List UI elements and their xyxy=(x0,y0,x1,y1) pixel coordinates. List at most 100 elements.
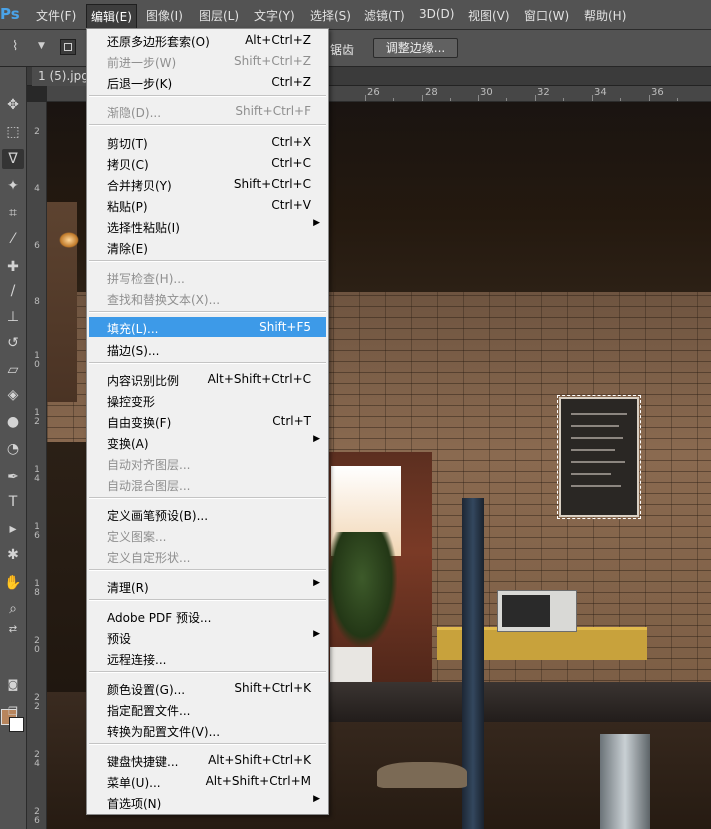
menu-item-undo[interactable]: 还原多边形套索(O) Alt+Ctrl+Z xyxy=(89,30,326,50)
refine-edge-button[interactable]: 调整边缘... xyxy=(373,38,458,58)
ruler-number: 12 xyxy=(34,408,40,427)
clone-stamp-tool-icon[interactable]: ⊥ xyxy=(2,307,24,327)
menu-item-assign-profile[interactable]: 指定配置文件... xyxy=(89,699,326,719)
menu-item-copy-merged[interactable]: 合并拷贝(Y) Shift+Ctrl+C xyxy=(89,174,326,194)
menu-bar: Ps 文件(F) 编辑(E) 图像(I) 图层(L) 文字(Y) 选择(S) 滤… xyxy=(0,0,711,30)
dodge-tool-icon[interactable]: ◔ xyxy=(2,439,24,459)
toolbox: ✥ ⬚ ᐁ ✦ ⌗ ⁄ ✚ / ⊥ ↺ ▱ ◈ ● ◔ ✒ T ▸ ✱ ✋ ⌕ … xyxy=(0,67,27,829)
menu-type[interactable]: 文字(Y) xyxy=(254,7,295,24)
menu-item-fade: 渐隐(D)... Shift+Ctrl+F xyxy=(107,104,311,120)
menu-window[interactable]: 窗口(W) xyxy=(524,7,569,24)
menu-separator xyxy=(89,124,326,126)
zoom-tool-icon[interactable]: ⌕ xyxy=(2,599,24,619)
submenu-arrow-icon: ▶ xyxy=(313,629,320,639)
menu-item-puppet-warp[interactable]: 操控变形 xyxy=(89,390,326,410)
menu-separator xyxy=(89,671,326,673)
menu-item-purge[interactable]: 清理(R) ▶ xyxy=(89,576,326,596)
ruler-number: 2 xyxy=(34,127,40,137)
menu-item-define-brush-preset[interactable]: 定义画笔预设(B)... xyxy=(89,504,326,524)
menu-item-color-settings[interactable]: 颜色设置(G)... Shift+Ctrl+K xyxy=(89,678,326,698)
menu-item-presets[interactable]: 预设 ▶ xyxy=(89,627,326,647)
ruler-number: 34 xyxy=(594,87,607,98)
move-tool-icon[interactable]: ✥ xyxy=(2,95,24,115)
ruler-number: 6 xyxy=(34,241,40,251)
menu-item-copy[interactable]: 拷贝(C) Ctrl+C xyxy=(89,153,326,173)
menu-view[interactable]: 视图(V) xyxy=(468,7,510,24)
menu-item-preferences[interactable]: 首选项(N) ▶ xyxy=(89,792,326,812)
menu-item-step-backward[interactable]: 后退一步(K) Ctrl+Z xyxy=(89,72,326,92)
menu-separator xyxy=(89,362,326,364)
ruler-number: 14 xyxy=(34,465,40,484)
menu-item-step-forward: 前进一步(W) Shift+Ctrl+Z xyxy=(107,54,311,70)
hand-tool-icon[interactable]: ✋ xyxy=(2,573,24,593)
chevron-down-icon[interactable]: ▼ xyxy=(38,41,45,51)
ruler-number: 10 xyxy=(34,351,40,370)
menu-item-transform[interactable]: 变换(A) ▶ xyxy=(89,432,326,452)
blur-tool-icon[interactable]: ● xyxy=(2,412,24,432)
menu-item-cut[interactable]: 剪切(T) Ctrl+X xyxy=(89,132,326,152)
photo-chair xyxy=(377,762,467,788)
menu-layer[interactable]: 图层(L) xyxy=(199,7,239,24)
quick-mask-icon[interactable]: ◙ xyxy=(2,675,24,695)
menu-help[interactable]: 帮助(H) xyxy=(584,7,626,24)
submenu-arrow-icon: ▶ xyxy=(313,794,320,804)
menu-item-adobe-pdf-presets[interactable]: Adobe PDF 预设... xyxy=(89,606,326,626)
menu-item-paste-special[interactable]: 选择性粘贴(I) ▶ xyxy=(89,216,326,236)
photo-microwave xyxy=(497,590,577,632)
menu-separator xyxy=(89,311,326,313)
menu-file[interactable]: 文件(F) xyxy=(36,7,76,24)
menu-item-auto-blend-layers: 自动混合图层... xyxy=(107,479,191,493)
path-selection-tool-icon[interactable]: ▸ xyxy=(2,519,24,539)
menu-item-menus[interactable]: 菜单(U)... Alt+Shift+Ctrl+M xyxy=(89,771,326,791)
swap-colors-icon[interactable]: ⇄ xyxy=(2,620,24,640)
paint-bucket-tool-icon[interactable]: ◈ xyxy=(2,385,24,405)
menu-item-remote-connections[interactable]: 远程连接... xyxy=(89,648,326,668)
menu-edit[interactable]: 编辑(E) xyxy=(86,4,137,29)
magic-wand-tool-icon[interactable]: ✦ xyxy=(2,176,24,196)
menu-item-fill[interactable]: 填充(L)... Shift+F5 xyxy=(89,317,326,337)
menu-item-content-aware-scale[interactable]: 内容识别比例 Alt+Shift+Ctrl+C xyxy=(89,369,326,389)
menu-item-define-custom-shape: 定义自定形状... xyxy=(107,551,191,565)
screen-mode-icon[interactable]: ❐ xyxy=(2,702,24,722)
photoshop-logo: Ps xyxy=(0,5,20,23)
menu-separator xyxy=(89,497,326,499)
menu-separator xyxy=(89,743,326,745)
ruler-number: 26 xyxy=(367,87,380,98)
history-brush-tool-icon[interactable]: ↺ xyxy=(2,333,24,353)
custom-shape-tool-icon[interactable]: ✱ xyxy=(2,545,24,565)
menu-filter[interactable]: 滤镜(T) xyxy=(364,7,405,24)
new-selection-mode-icon[interactable] xyxy=(60,39,76,55)
polygonal-lasso-tool-icon[interactable]: ᐁ xyxy=(2,149,24,169)
spot-healing-tool-icon[interactable]: ✚ xyxy=(2,257,24,277)
menu-item-find-replace: 查找和替换文本(X)... xyxy=(107,293,221,307)
ruler-number: 4 xyxy=(34,184,40,194)
marquee-tool-icon[interactable]: ⬚ xyxy=(2,122,24,142)
ruler-number: 26 xyxy=(34,807,40,826)
menu-item-stroke[interactable]: 描边(S)... xyxy=(89,339,326,359)
ruler-number: 36 xyxy=(651,87,664,98)
edit-menu-dropdown: 还原多边形套索(O) Alt+Ctrl+Z 前进一步(W) Shift+Ctrl+Z… xyxy=(86,28,329,815)
pen-tool-icon[interactable]: ✒ xyxy=(2,467,24,487)
menu-item-clear[interactable]: 清除(E) xyxy=(89,237,326,257)
menu-item-free-transform[interactable]: 自由变换(F) Ctrl+T xyxy=(89,411,326,431)
type-tool-icon[interactable]: T xyxy=(2,492,24,512)
ruler-number: 20 xyxy=(34,636,40,655)
brush-tool-icon[interactable]: / xyxy=(2,281,24,301)
eyedropper-tool-icon[interactable]: ⁄ xyxy=(2,229,24,249)
ruler-number: 30 xyxy=(480,87,493,98)
selected-poster-region[interactable] xyxy=(557,395,641,519)
crop-tool-icon[interactable]: ⌗ xyxy=(2,203,24,223)
eraser-tool-icon[interactable]: ▱ xyxy=(2,360,24,380)
menu-image[interactable]: 图像(I) xyxy=(146,7,183,24)
photo-metal-cup xyxy=(600,734,650,829)
polygonal-lasso-preset-icon[interactable]: ⌇ xyxy=(12,39,18,54)
menu-item-convert-to-profile[interactable]: 转换为配置文件(V)... xyxy=(89,720,326,740)
menu-select[interactable]: 选择(S) xyxy=(310,7,351,24)
ruler-number: 24 xyxy=(34,750,40,769)
menu-item-auto-align-layers: 自动对齐图层... xyxy=(107,458,191,472)
menu-3d[interactable]: 3D(D) xyxy=(419,7,454,21)
menu-item-keyboard-shortcuts[interactable]: 键盘快捷键... Alt+Shift+Ctrl+K xyxy=(89,750,326,770)
submenu-arrow-icon: ▶ xyxy=(313,218,320,228)
ruler-number: 22 xyxy=(34,693,40,712)
menu-item-paste[interactable]: 粘贴(P) Ctrl+V xyxy=(89,195,326,215)
